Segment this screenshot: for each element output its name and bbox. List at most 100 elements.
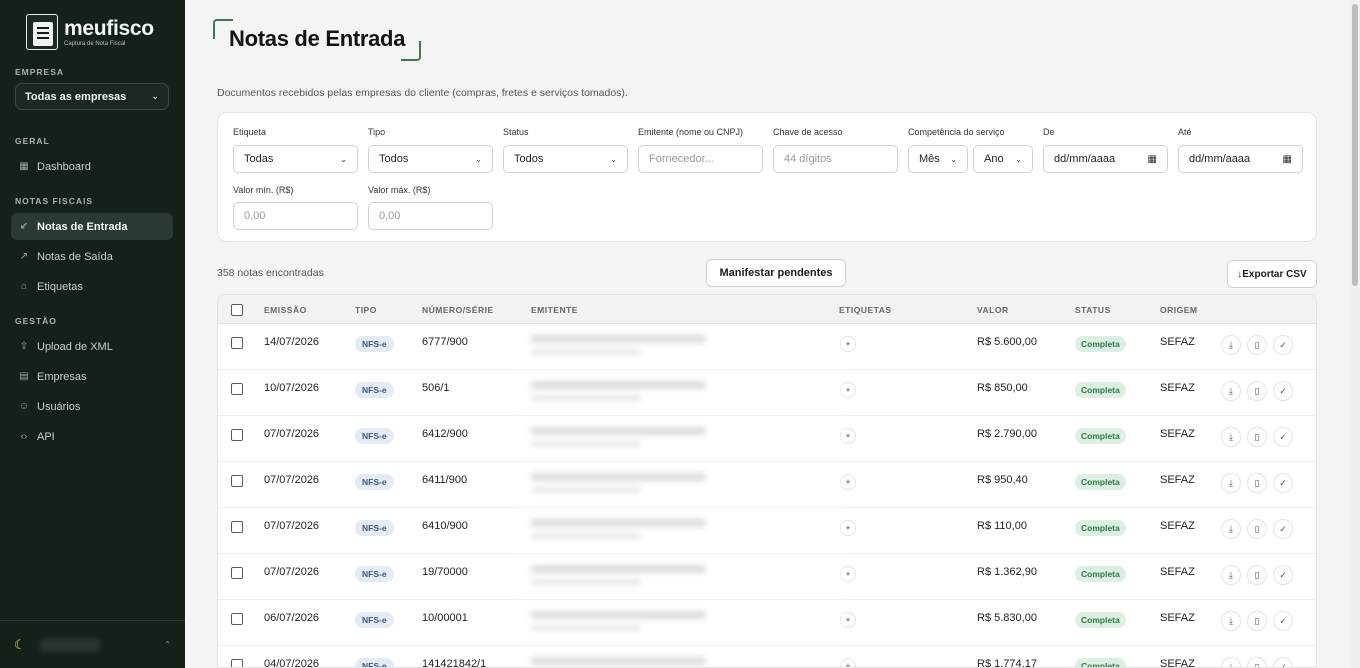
document-icon[interactable]: ▯ — [1247, 657, 1267, 667]
company-select[interactable]: Todas as empresas ⌄ — [15, 83, 169, 110]
document-icon[interactable]: ▯ — [1247, 565, 1267, 585]
header-origem[interactable]: ORIGEM — [1160, 305, 1197, 315]
sidebar-item-empresas[interactable]: ▤ Empresas — [11, 363, 173, 390]
sidebar-item-upload-xml[interactable]: ⇪ Upload de XML — [11, 333, 173, 360]
cell-valor: R$ 2.790,00 — [977, 428, 1037, 440]
row-checkbox[interactable] — [231, 613, 243, 625]
cell-emissao: 06/07/2026 — [264, 612, 320, 624]
check-circle-icon[interactable]: ✓ — [1273, 519, 1293, 539]
scrollbar-thumb[interactable] — [1352, 4, 1358, 286]
download-icon[interactable]: ⤓ — [1221, 611, 1241, 631]
filter-label-de: De — [1043, 127, 1055, 137]
header-emitente[interactable]: EMITENTE — [531, 305, 578, 315]
sidebar-item-etiquetas[interactable]: ⌂ Etiquetas — [11, 273, 173, 300]
document-icon[interactable]: ▯ — [1247, 519, 1267, 539]
ano-select[interactable]: Ano ⌄ — [973, 145, 1033, 173]
status-select[interactable]: Todos ⌄ — [503, 145, 628, 173]
status-badge: Completa — [1075, 474, 1126, 490]
download-icon[interactable]: ⤓ — [1221, 427, 1241, 447]
filter-label-tipo: Tipo — [368, 127, 386, 137]
export-csv-button[interactable]: ↓Exportar CSV — [1227, 260, 1317, 288]
cell-valor: R$ 1.362,90 — [977, 566, 1037, 578]
document-icon[interactable]: ▯ — [1247, 427, 1267, 447]
cell-numero: 6411/900 — [422, 474, 468, 486]
check-circle-icon[interactable]: ✓ — [1273, 565, 1293, 585]
valor-max-placeholder: 0,00 — [379, 210, 401, 222]
arrow-up-right-icon: ↗ — [19, 251, 29, 262]
chevron-up-icon[interactable]: ⌃ — [164, 640, 171, 649]
check-circle-icon[interactable]: ✓ — [1273, 335, 1293, 355]
document-icon[interactable]: ▯ — [1247, 611, 1267, 631]
status-badge: Completa — [1075, 336, 1126, 352]
header-emissao[interactable]: EMISSÃO — [264, 305, 307, 315]
ate-date-input[interactable]: dd/mm/aaaa ▦ — [1178, 145, 1303, 173]
filters-panel: Etiqueta Todas ⌄ Tipo Todos ⌄ Status Todos… — [217, 112, 1317, 242]
chave-placeholder: 44 dígitos — [784, 153, 832, 165]
mes-select-value: Mês — [919, 153, 940, 165]
sidebar-item-usuarios[interactable]: ☺ Usuários — [11, 393, 173, 420]
document-icon[interactable]: ▯ — [1247, 473, 1267, 493]
sidebar-item-notas-de-entrada[interactable]: ↙ Notas de Entrada — [11, 213, 173, 240]
check-circle-icon[interactable]: ✓ — [1273, 611, 1293, 631]
header-numero[interactable]: NÚMERO/SÉRIE — [422, 305, 494, 315]
row-checkbox[interactable] — [231, 337, 243, 349]
table-header: EMISSÃO TIPO NÚMERO/SÉRIE EMITENTE ETIQU… — [218, 295, 1316, 324]
brand-logo[interactable]: meufisco Captura de Nota Fiscal — [26, 14, 154, 50]
filter-label-valor-min: Valor mín. (R$) — [233, 185, 294, 195]
receipt-icon — [26, 14, 58, 50]
row-checkbox[interactable] — [231, 659, 243, 667]
row-checkbox[interactable] — [231, 429, 243, 441]
document-icon[interactable]: ▯ — [1247, 381, 1267, 401]
sidebar-item-label: Upload de XML — [37, 340, 113, 353]
emitente-input[interactable]: Fornecedor... — [638, 145, 763, 173]
header-tipo[interactable]: TIPO — [355, 305, 377, 315]
row-checkbox[interactable] — [231, 567, 243, 579]
type-badge: NFS-e — [355, 428, 394, 444]
download-icon[interactable]: ⤓ — [1221, 335, 1241, 355]
upload-icon: ⇪ — [19, 341, 29, 352]
de-date-input[interactable]: dd/mm/aaaa ▦ — [1043, 145, 1168, 173]
sidebar-item-notas-de-saida[interactable]: ↗ Notas de Saída — [11, 243, 173, 270]
download-icon[interactable]: ⤓ — [1221, 565, 1241, 585]
etiqueta-select[interactable]: Todas ⌄ — [233, 145, 358, 173]
mes-select[interactable]: Mês ⌄ — [908, 145, 968, 173]
sidebar-item-api[interactable]: ‹› API — [11, 423, 173, 450]
calendar-icon[interactable]: ▦ — [1148, 154, 1157, 165]
header-status[interactable]: STATUS — [1075, 305, 1111, 315]
sidebar-footer: ☾ ⌃ — [0, 620, 185, 668]
cell-numero: 506/1 — [422, 382, 450, 394]
valor-min-placeholder: 0,00 — [244, 210, 266, 222]
filter-label-valor-max: Valor máx. (R$) — [368, 185, 431, 195]
header-valor[interactable]: VALOR — [977, 305, 1009, 315]
tag-icon: ⌂ — [20, 281, 28, 292]
check-circle-icon[interactable]: ✓ — [1273, 657, 1293, 667]
valor-min-input[interactable]: 0,00 — [233, 202, 358, 230]
moon-icon[interactable]: ☾ — [14, 637, 26, 653]
manifest-pending-button[interactable]: Manifestar pendentes — [706, 259, 846, 287]
page-scrollbar[interactable] — [1350, 0, 1360, 668]
cell-origem: SEFAZ — [1160, 428, 1195, 440]
tipo-select[interactable]: Todos ⌄ — [368, 145, 493, 173]
header-etiquetas[interactable]: ETIQUETAS — [839, 305, 892, 315]
select-all-checkbox[interactable] — [231, 304, 243, 316]
notes-table: EMISSÃO TIPO NÚMERO/SÉRIE EMITENTE ETIQU… — [217, 294, 1317, 668]
download-icon[interactable]: ⤓ — [1221, 657, 1241, 667]
chave-input[interactable]: 44 dígitos — [773, 145, 898, 173]
chevron-down-icon: ⌄ — [1015, 154, 1022, 164]
sidebar-item-dashboard[interactable]: ▦ Dashboard — [11, 153, 173, 180]
calendar-icon[interactable]: ▦ — [1283, 154, 1292, 165]
download-icon[interactable]: ⤓ — [1221, 473, 1241, 493]
row-checkbox[interactable] — [231, 475, 243, 487]
user-menu[interactable] — [39, 637, 100, 652]
check-circle-icon[interactable]: ✓ — [1273, 427, 1293, 447]
check-circle-icon[interactable]: ✓ — [1273, 381, 1293, 401]
row-checkbox[interactable] — [231, 521, 243, 533]
download-icon[interactable]: ⤓ — [1221, 381, 1241, 401]
download-icon[interactable]: ⤓ — [1221, 519, 1241, 539]
sidebar-item-label: Etiquetas — [37, 280, 83, 293]
valor-max-input[interactable]: 0,00 — [368, 202, 493, 230]
document-icon[interactable]: ▯ — [1247, 335, 1267, 355]
row-checkbox[interactable] — [231, 383, 243, 395]
cell-emissao: 10/07/2026 — [264, 382, 320, 394]
check-circle-icon[interactable]: ✓ — [1273, 473, 1293, 493]
